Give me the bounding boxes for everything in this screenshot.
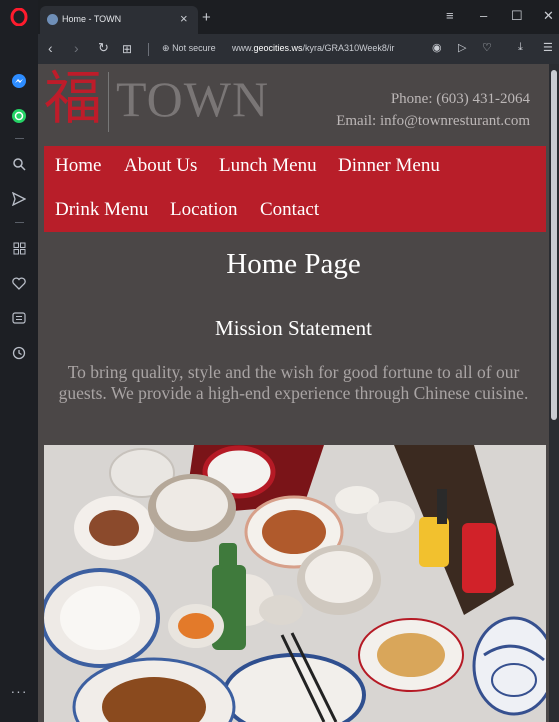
url-domain: geocities.ws [253, 43, 303, 53]
more-icon[interactable]: ··· [9, 681, 29, 701]
download-icon[interactable]: ⤓ [518, 41, 523, 54]
logo-divider [108, 72, 109, 132]
browser-window: Home - TOWN × + ≡ – ☐ ✕ ‹ › ↻ ⊞ ⊕ Not se… [38, 0, 559, 722]
send-page-icon[interactable]: ▷ [458, 41, 466, 54]
maximize-icon[interactable]: ☐ [511, 8, 523, 24]
new-tab-icon[interactable]: + [202, 9, 211, 26]
whatsapp-icon[interactable] [9, 106, 29, 126]
sidebar-separator [15, 222, 24, 223]
url-path: /kyra/GRA310Week8/ir [302, 43, 395, 53]
url-prefix: www. [232, 43, 254, 53]
title-bar: Home - TOWN × + ≡ – ☐ ✕ [38, 0, 559, 34]
bookmark-heart-icon[interactable]: ♡ [482, 41, 492, 54]
security-label: Not secure [172, 43, 216, 53]
nav-drink-menu[interactable]: Drink Menu [55, 199, 148, 221]
easy-setup-icon[interactable]: ☰ [543, 41, 553, 54]
send-icon[interactable] [9, 189, 29, 209]
tab-title: Home - TOWN [62, 14, 122, 24]
globe-icon: ⊕ [162, 43, 170, 53]
mission-text: To bring quality, style and the wish for… [58, 362, 529, 403]
nav-dinner-menu[interactable]: Dinner Menu [338, 155, 440, 177]
opera-logo-icon[interactable] [9, 7, 29, 27]
camera-icon[interactable]: ◉ [432, 41, 442, 54]
search-icon[interactable] [9, 154, 29, 174]
sidebar-separator [15, 138, 24, 139]
opera-sidebar: ··· [0, 0, 38, 722]
history-icon[interactable] [9, 343, 29, 363]
speed-dial-icon[interactable] [9, 238, 29, 258]
logo-wordmark[interactable]: TOWN [116, 73, 269, 125]
main-nav: Home About Us Lunch Menu Dinner Menu Dri… [44, 146, 546, 232]
hero-food-image [44, 445, 546, 722]
minimize-icon[interactable]: – [480, 8, 487, 23]
globe-favicon-icon [47, 14, 58, 25]
tabs-grid-icon[interactable]: ⊞ [122, 42, 132, 56]
close-tab-icon[interactable]: × [180, 11, 188, 26]
nav-location[interactable]: Location [170, 199, 238, 221]
site-header: 福 TOWN Phone: (603) 431-2064 Email: info… [38, 64, 549, 145]
url-field[interactable]: www.geocities.ws/kyra/GRA310Week8/ir [232, 43, 446, 53]
tab-home-town[interactable]: Home - TOWN × [40, 6, 198, 34]
tab-menu-icon[interactable]: ≡ [446, 8, 454, 23]
logo-fu-character[interactable]: 福 [44, 67, 102, 129]
contact-email: Email: info@townresturant.com [336, 113, 530, 129]
scrollbar-thumb[interactable] [551, 70, 557, 420]
nav-contact[interactable]: Contact [260, 199, 319, 221]
nav-about-us[interactable]: About Us [124, 155, 197, 177]
reload-icon[interactable]: ↻ [98, 40, 109, 56]
address-bar: ‹ › ↻ ⊞ ⊕ Not secure www.geocities.ws/ky… [38, 34, 559, 64]
page-title: Home Page [226, 248, 361, 280]
back-icon[interactable]: ‹ [48, 40, 53, 56]
close-window-icon[interactable]: ✕ [543, 8, 554, 24]
mission-heading: Mission Statement [215, 316, 372, 340]
security-indicator[interactable]: ⊕ Not secure [162, 43, 216, 54]
news-icon[interactable] [9, 308, 29, 328]
contact-phone: Phone: (603) 431-2064 [390, 91, 530, 107]
messenger-icon[interactable] [9, 71, 29, 91]
heart-icon[interactable] [9, 273, 29, 293]
nav-lunch-menu[interactable]: Lunch Menu [219, 155, 317, 177]
page-viewport: 福 TOWN Phone: (603) 431-2064 Email: info… [38, 64, 549, 722]
address-separator [148, 43, 149, 56]
nav-home[interactable]: Home [55, 155, 101, 177]
forward-icon[interactable]: › [74, 40, 79, 56]
